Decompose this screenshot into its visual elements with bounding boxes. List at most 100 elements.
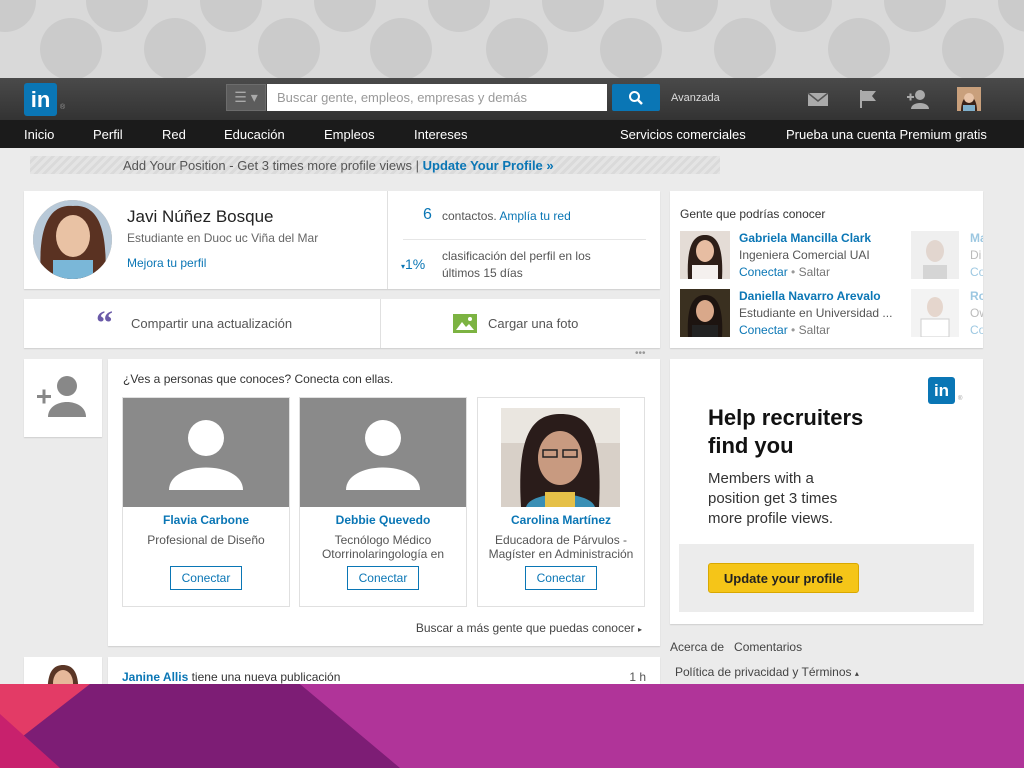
- pymk-portrait: [680, 231, 730, 279]
- divider: [403, 239, 646, 240]
- pymk-partial-connect: Co: [970, 323, 983, 337]
- people-you-may-know-card: ¿Ves a personas que conoces? Conecta con…: [108, 359, 660, 646]
- feed-action: tiene una nueva publicación: [191, 670, 341, 684]
- person-headline: Tecnólogo Médico: [334, 533, 432, 547]
- top-bar: in ® ☰ ▾ Avanzada: [0, 78, 1024, 120]
- expand-network-link[interactable]: Amplía tu red: [499, 209, 570, 223]
- pymk-portrait: [680, 289, 730, 337]
- person-photo-placeholder[interactable]: [123, 398, 289, 507]
- separator-dot: •: [791, 265, 799, 279]
- feed-item: Janine Allis tiene una nueva publicación…: [108, 657, 660, 684]
- image-icon: [453, 314, 477, 333]
- update-position-banner: Add Your Position - Get 3 times more pro…: [123, 158, 554, 173]
- nav-intereses[interactable]: Intereses: [414, 127, 467, 142]
- connect-button[interactable]: Conectar: [347, 566, 419, 590]
- background-pattern: [0, 0, 1024, 80]
- pymk-photo[interactable]: [680, 231, 730, 279]
- search-category-dropdown[interactable]: ☰ ▾: [226, 84, 266, 111]
- nav-educacion[interactable]: Educación: [224, 127, 285, 142]
- pymk-connect-link[interactable]: Conectar: [739, 323, 788, 337]
- account-avatar[interactable]: [957, 87, 981, 111]
- find-more-people-link[interactable]: Buscar a más gente que puedas conocer ▸: [416, 621, 642, 635]
- add-person-icon: [37, 376, 86, 417]
- feed-author-name[interactable]: Janine Allis: [122, 670, 188, 684]
- profile-avatar[interactable]: [33, 200, 112, 279]
- search-input[interactable]: [267, 84, 607, 111]
- main-navigation: Inicio Perfil Red Educación Empleos Inte…: [0, 120, 1024, 148]
- connect-button[interactable]: Conectar: [170, 566, 242, 590]
- pymk-partial-name: Ro: [970, 289, 983, 303]
- pymk-next-suggestions[interactable]: Ma Di Co Ro Ow Co: [911, 231, 983, 341]
- person-photo-placeholder[interactable]: [300, 398, 466, 507]
- person-portrait: [501, 408, 620, 507]
- contacts-label: contactos.: [442, 209, 497, 223]
- share-box: “ Compartir una actualización Cargar una…: [24, 299, 660, 348]
- linkedin-logo[interactable]: in: [24, 83, 57, 116]
- pymk-portrait: [911, 231, 959, 279]
- author-photo: [24, 657, 102, 684]
- quote-icon: “: [96, 305, 113, 342]
- pymk-photo[interactable]: [680, 289, 730, 337]
- person-photo[interactable]: [501, 408, 620, 507]
- pymk-headline: Estudiante en Universidad ...: [739, 306, 893, 320]
- upload-photo-label: Cargar una foto: [488, 316, 579, 331]
- pymk-portrait: [911, 289, 959, 337]
- ad-headline: Help recruiters find you: [708, 405, 864, 458]
- feed-headline: Janine Allis tiene una nueva publicación: [122, 670, 340, 684]
- pymk-actions: Conectar • Saltar: [739, 323, 830, 337]
- nav-empleos[interactable]: Empleos: [324, 127, 375, 142]
- person-name[interactable]: Debbie Quevedo: [300, 513, 466, 527]
- profile-rank-text: clasificación del perfil en los últimos …: [442, 249, 591, 280]
- pymk-partial-name: Ma: [970, 231, 983, 245]
- comments-link[interactable]: Comentarios: [734, 640, 802, 654]
- profile-headline: Estudiante en Duoc uc Viña del Mar: [127, 231, 319, 245]
- nav-servicios-comerciales[interactable]: Servicios comerciales: [620, 127, 746, 142]
- registered-mark: ®: [958, 396, 963, 402]
- ad-body: Members with a position get 3 times more…: [708, 470, 838, 527]
- pymk-name[interactable]: Gabriela Mancilla Clark: [739, 231, 871, 245]
- update-your-profile-button[interactable]: Update your profile: [708, 563, 859, 593]
- about-link[interactable]: Acerca de: [670, 640, 724, 654]
- footer-links: Acerca de Comentarios: [670, 640, 802, 654]
- add-connection-icon[interactable]: [906, 87, 930, 111]
- decorative-footer: [0, 684, 1024, 768]
- nav-inicio[interactable]: Inicio: [24, 127, 54, 142]
- search-icon: [629, 90, 643, 105]
- feed-author-avatar[interactable]: [24, 657, 102, 684]
- nav-premium[interactable]: Prueba una cuenta Premium gratis: [786, 127, 987, 142]
- person-card: Carolina Martínez Educadora de Párvulos …: [477, 397, 645, 607]
- mail-icon[interactable]: [806, 87, 830, 111]
- upload-photo-button[interactable]: Cargar una foto: [381, 299, 660, 348]
- pymk-skip-link[interactable]: Saltar: [799, 323, 830, 337]
- chevron-right-icon: ▸: [637, 625, 642, 634]
- ad-cta-area: Update your profile: [679, 544, 974, 612]
- person-card: Debbie Quevedo Tecnólogo Médico Otorrino…: [299, 397, 467, 607]
- banner-text: Add Your Position - Get 3 times more pro…: [123, 158, 420, 173]
- pymk-connect-link[interactable]: Conectar: [739, 265, 788, 279]
- share-update-button[interactable]: “ Compartir una actualización: [24, 299, 380, 348]
- connect-button[interactable]: Conectar: [525, 566, 597, 590]
- profile-rank-change[interactable]: ▾1%: [401, 256, 425, 272]
- search-button[interactable]: [612, 84, 660, 111]
- pymk-name[interactable]: Daniella Navarro Arevalo: [739, 289, 881, 303]
- profile-name[interactable]: Javi Núñez Bosque: [127, 207, 273, 227]
- person-name[interactable]: Carolina Martínez: [478, 513, 644, 527]
- find-more-label: Buscar a más gente que puedas conocer: [415, 621, 635, 635]
- flag-icon[interactable]: [856, 87, 880, 111]
- person-silhouette-icon: [346, 420, 420, 490]
- person-card: Flavia Carbone Profesional de Diseño Con…: [122, 397, 290, 607]
- more-options-icon[interactable]: •••: [635, 348, 646, 359]
- person-name[interactable]: Flavia Carbone: [123, 513, 289, 527]
- nav-perfil[interactable]: Perfil: [93, 127, 123, 142]
- add-connections-tile[interactable]: [24, 359, 102, 437]
- nav-red[interactable]: Red: [162, 127, 186, 142]
- improve-profile-link[interactable]: Mejora tu perfil: [127, 256, 206, 270]
- update-profile-link[interactable]: Update Your Profile »: [423, 158, 554, 173]
- pymk-skip-link[interactable]: Saltar: [799, 265, 830, 279]
- pymk-partial-connect: Co: [970, 265, 983, 279]
- person-silhouette-icon: [169, 420, 243, 490]
- contacts-summary: contactos. Amplía tu red: [442, 209, 571, 223]
- person-headline: Profesional de Diseño: [147, 533, 265, 547]
- privacy-terms-link[interactable]: Política de privacidad y Términos ▴: [675, 665, 859, 679]
- advanced-search-link[interactable]: Avanzada: [671, 92, 720, 104]
